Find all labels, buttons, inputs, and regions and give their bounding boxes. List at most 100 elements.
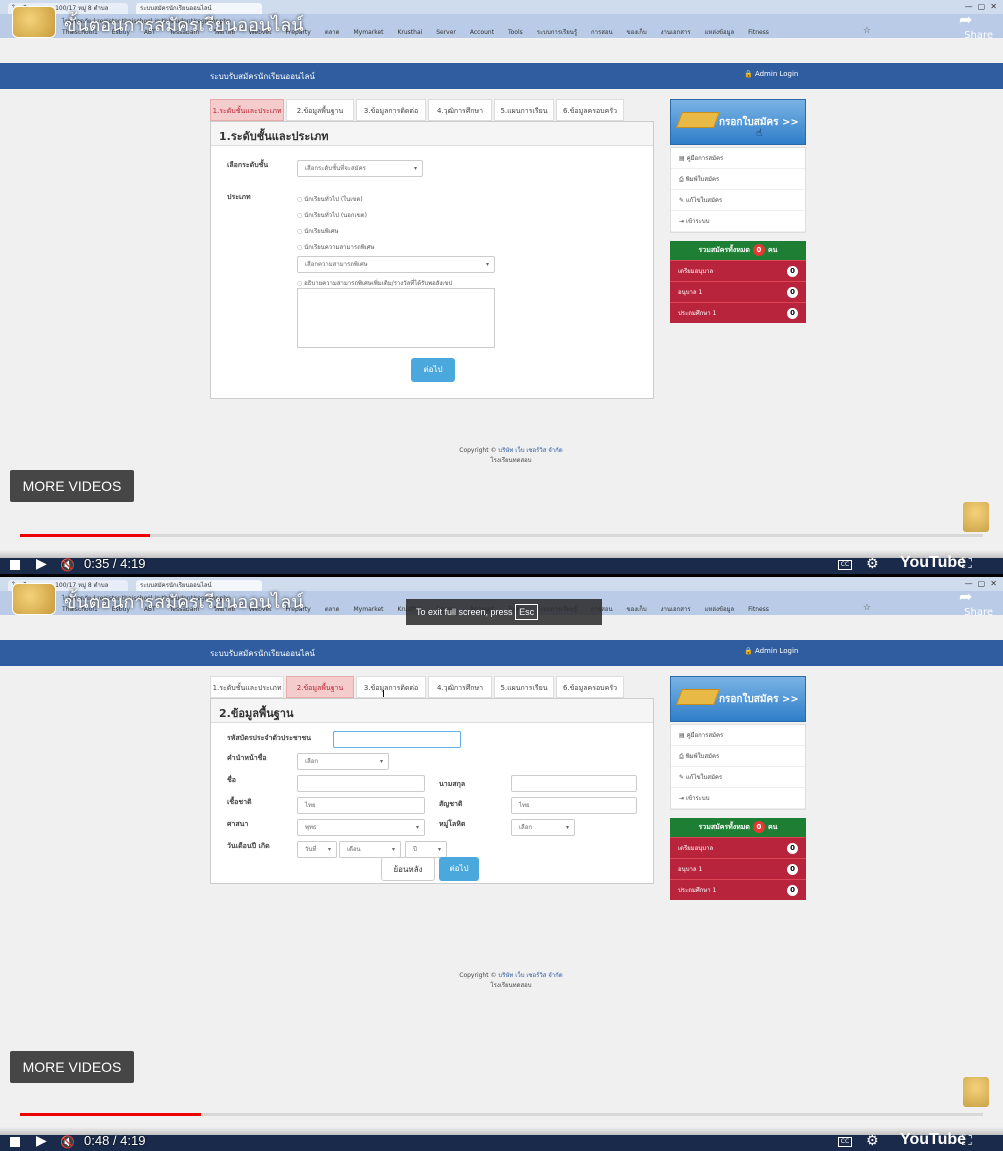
youtube-logo[interactable]: YouTube: [900, 1131, 966, 1149]
share-label[interactable]: Share: [964, 30, 993, 41]
bookmark-item[interactable]: Account: [470, 29, 494, 36]
mute-icon[interactable]: 🔇: [60, 1135, 75, 1149]
bookmark-item[interactable]: Server: [436, 29, 456, 36]
bookmark-item[interactable]: แหล่งข้อมูล: [704, 29, 734, 36]
tab-step-4[interactable]: 4.วุฒิการศึกษา: [428, 99, 492, 121]
bookmark-item[interactable]: ของเก็บ: [627, 29, 647, 36]
tab-step-2[interactable]: 2.ข้อมูลพื้นฐาน: [286, 676, 354, 698]
site-brand[interactable]: ระบบรับสมัครนักเรียนออนไลน์: [210, 70, 315, 83]
dob-year-select[interactable]: ปี: [405, 841, 447, 858]
blood-select[interactable]: เลือก: [511, 819, 575, 836]
apply-banner[interactable]: กรอกใบสมัคร >>: [670, 99, 806, 145]
id-input[interactable]: [333, 731, 461, 748]
radio-general-in[interactable]: นักเรียนทั่วไป (ในเขต): [297, 194, 362, 204]
apply-banner[interactable]: กรอกใบสมัคร >>: [670, 676, 806, 722]
count-row[interactable]: ประถมศึกษา 1 0: [670, 879, 806, 900]
video-title[interactable]: ขั้นตอนการสมัครเรียนออนไลน์: [64, 10, 304, 39]
tab-step-1[interactable]: 1.ระดับชั้นและประเภท: [210, 99, 284, 121]
progress-bar[interactable]: [20, 1113, 983, 1116]
tab-step-5[interactable]: 5.แผนการเรียน: [494, 99, 554, 121]
share-icon[interactable]: ➦: [959, 589, 981, 605]
star-icon[interactable]: ☆: [863, 26, 871, 36]
race-input[interactable]: ไทย: [297, 797, 425, 814]
next-button[interactable]: ต่อไป: [439, 857, 479, 881]
share-icon[interactable]: ➦: [959, 12, 981, 28]
tab-step-5[interactable]: 5.แผนการเรียน: [494, 676, 554, 698]
bookmark-item[interactable]: Mymarket: [354, 29, 384, 36]
tab-step-2[interactable]: 2.ข้อมูลพื้นฐาน: [286, 99, 354, 121]
more-videos-button[interactable]: MORE VIDEOS: [10, 1051, 134, 1083]
bookmark-item[interactable]: งานเอกสาร: [661, 29, 691, 36]
bookmark-item[interactable]: ตลาด: [325, 606, 340, 613]
ability-textarea[interactable]: [297, 288, 495, 348]
channel-avatar[interactable]: [12, 6, 56, 38]
play-icon[interactable]: ▶: [36, 1133, 47, 1149]
bookmark-item[interactable]: Fitness: [748, 606, 769, 613]
bookmark-item[interactable]: การสอน: [591, 29, 613, 36]
site-brand[interactable]: ระบบรับสมัครนักเรียนออนไลน์: [210, 647, 315, 660]
count-row[interactable]: เตรียมอนุบาล 0: [670, 260, 806, 281]
menu-print[interactable]: ⎙ พิมพ์ใบสมัคร: [671, 169, 805, 190]
tab-step-4[interactable]: 4.วุฒิการศึกษา: [428, 676, 492, 698]
back-button[interactable]: ย้อนหลัง: [381, 857, 435, 881]
menu-manual[interactable]: ▤ คู่มือการสมัคร: [671, 148, 805, 169]
level-select[interactable]: เลือกระดับชั้นที่จะสมัคร: [297, 160, 423, 177]
dob-day-select[interactable]: วันที่: [297, 841, 337, 858]
star-icon[interactable]: ☆: [863, 603, 871, 613]
ability-select[interactable]: เลือกความสามารถพิเศษ: [297, 256, 495, 273]
tab-step-3[interactable]: 3.ข้อมูลการติดต่อ: [356, 99, 426, 121]
fullscreen-icon[interactable]: ⛶: [962, 556, 972, 572]
count-row[interactable]: ประถมศึกษา 1 0: [670, 302, 806, 323]
nationality-input[interactable]: ไทย: [511, 797, 637, 814]
company-link[interactable]: บริษัท เว็บ เซอร์วิส จำกัด: [498, 972, 562, 979]
menu-edit[interactable]: ✎ แก้ไขใบสมัคร: [671, 190, 805, 211]
windows-start-icon[interactable]: [10, 560, 20, 570]
bookmark-item[interactable]: ของเก็บ: [627, 606, 647, 613]
menu-edit[interactable]: ✎ แก้ไขใบสมัคร: [671, 767, 805, 788]
dob-month-select[interactable]: เดือน: [339, 841, 401, 858]
settings-icon[interactable]: ⚙: [866, 556, 879, 572]
tab-step-6[interactable]: 6.ข้อมูลครอบครัว: [556, 99, 624, 121]
bookmark-item[interactable]: Krusthai: [397, 29, 422, 36]
radio-special[interactable]: นักเรียนพิเศษ: [297, 226, 338, 236]
admin-login-link[interactable]: 🔒 Admin Login: [744, 70, 798, 78]
mute-icon[interactable]: 🔇: [60, 558, 75, 572]
bookmark-item[interactable]: แหล่งข้อมูล: [704, 606, 734, 613]
settings-icon[interactable]: ⚙: [866, 1133, 879, 1149]
count-row[interactable]: เตรียมอนุบาล 0: [670, 837, 806, 858]
count-row[interactable]: อนุบาล 1 0: [670, 281, 806, 302]
play-icon[interactable]: ▶: [36, 556, 47, 572]
video-title[interactable]: ขั้นตอนการสมัครเรียนออนไลน์: [64, 587, 304, 616]
more-videos-button[interactable]: MORE VIDEOS: [10, 470, 134, 502]
religion-select[interactable]: พุทธ: [297, 819, 425, 836]
prefix-select[interactable]: เลือก: [297, 753, 389, 770]
surname-input[interactable]: [511, 775, 637, 792]
progress-bar[interactable]: [20, 534, 983, 537]
radio-talent[interactable]: นักเรียนความสามารถพิเศษ: [297, 242, 374, 252]
channel-watermark[interactable]: [963, 1077, 989, 1107]
bookmark-item[interactable]: ตลาด: [325, 29, 340, 36]
bookmark-item[interactable]: ระบบการเรียนรู้: [537, 29, 577, 36]
share-label[interactable]: Share: [964, 607, 993, 618]
menu-login[interactable]: ⇥ เข้าระบบ: [671, 211, 805, 232]
captions-icon[interactable]: CC: [838, 560, 852, 570]
count-row[interactable]: อนุบาล 1 0: [670, 858, 806, 879]
name-input[interactable]: [297, 775, 425, 792]
admin-login-link[interactable]: 🔒 Admin Login: [744, 647, 798, 655]
bookmark-item[interactable]: งานเอกสาร: [661, 606, 691, 613]
bookmark-item[interactable]: Tools: [508, 29, 523, 36]
bookmark-item[interactable]: Fitness: [748, 29, 769, 36]
next-button[interactable]: ต่อไป: [411, 358, 455, 382]
company-link[interactable]: บริษัท เว็บ เซอร์วิส จำกัด: [498, 447, 562, 454]
tab-step-3[interactable]: 3.ข้อมูลการติดต่อ: [356, 676, 426, 698]
tab-step-6[interactable]: 6.ข้อมูลครอบครัว: [556, 676, 624, 698]
captions-icon[interactable]: CC: [838, 1137, 852, 1147]
channel-avatar[interactable]: [12, 583, 56, 615]
youtube-logo[interactable]: YouTube: [900, 554, 966, 572]
bookmark-item[interactable]: Mymarket: [354, 606, 384, 613]
menu-print[interactable]: ⎙ พิมพ์ใบสมัคร: [671, 746, 805, 767]
tab-step-1[interactable]: 1.ระดับชั้นและประเภท: [210, 676, 284, 698]
menu-manual[interactable]: ▤ คู่มือการสมัคร: [671, 725, 805, 746]
menu-login[interactable]: ⇥ เข้าระบบ: [671, 788, 805, 809]
fullscreen-icon[interactable]: ⛶: [962, 1133, 972, 1149]
